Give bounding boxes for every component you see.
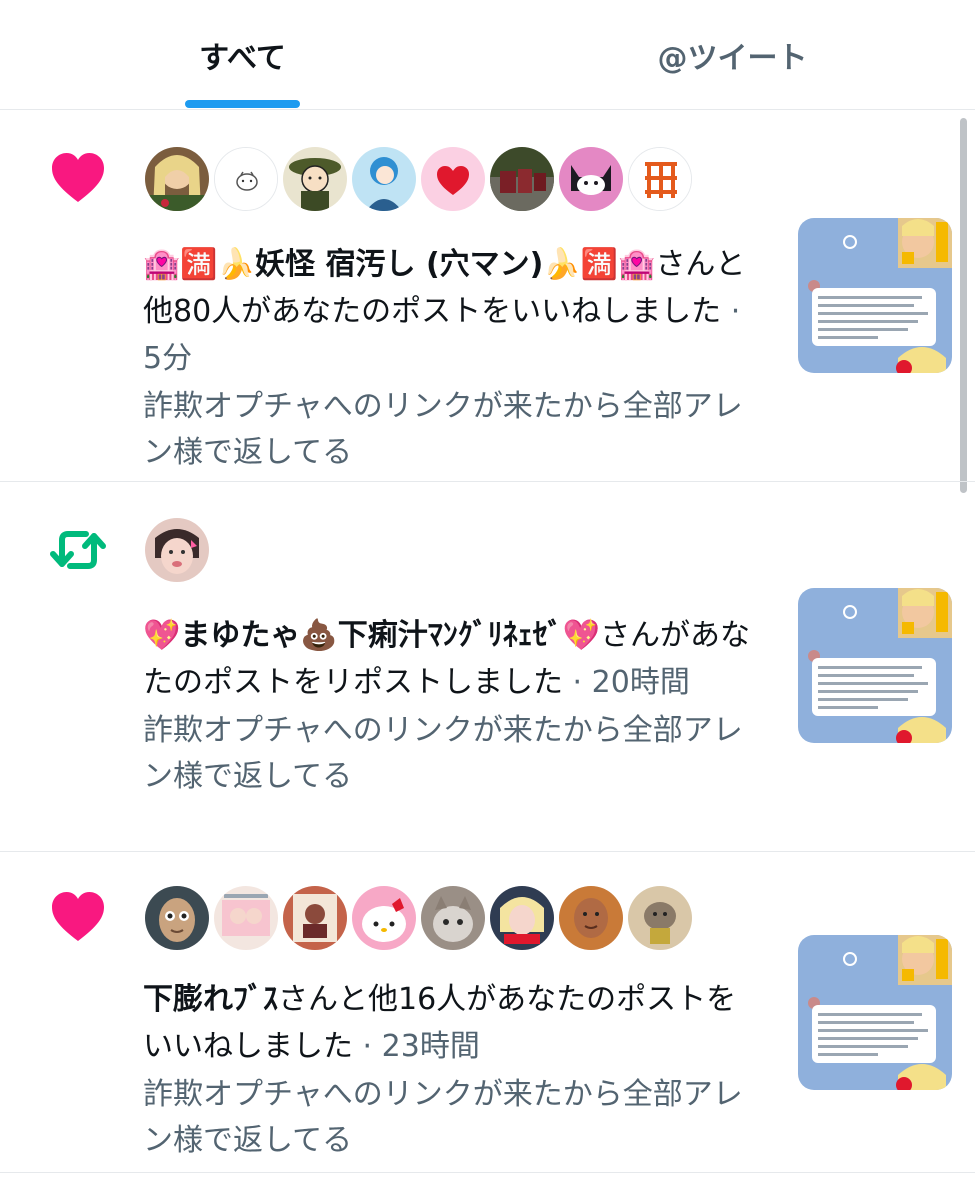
avatar[interactable] xyxy=(283,886,347,950)
user-name[interactable]: 💖まゆたゃ💩下痢汁ﾏﾝｸﾞﾘﾈｪｾﾞ💖 xyxy=(143,618,600,653)
notification-text: 🏩🈵🍌妖怪 宿汚し (穴マン)🍌🈵🏩さんと他80人があなたのポストをいいねしまし… xyxy=(143,241,761,476)
post-preview: 詐欺オプチャへのリンクが来たから全部アレン様で返してる xyxy=(143,1077,743,1158)
post-thumbnail[interactable] xyxy=(798,935,952,1090)
user-name[interactable]: 🏩🈵🍌妖怪 宿汚し (穴マン)🍌🈵🏩 xyxy=(143,247,655,282)
post-thumbnail[interactable] xyxy=(798,218,952,373)
avatar[interactable] xyxy=(628,886,692,950)
avatar[interactable] xyxy=(421,886,485,950)
avatar[interactable] xyxy=(421,147,485,211)
active-tab-indicator xyxy=(185,100,300,108)
avatar[interactable] xyxy=(628,147,692,211)
avatar[interactable] xyxy=(559,886,623,950)
tab-all[interactable]: すべて xyxy=(130,0,355,110)
reposter-avatars xyxy=(145,518,209,582)
avatar[interactable] xyxy=(490,147,554,211)
avatar[interactable] xyxy=(283,147,347,211)
notification-summary: 💖まゆたゃ💩下痢汁ﾏﾝｸﾞﾘﾈｪｾﾞ💖さんがあなたのポストをリポストしました ·… xyxy=(143,612,761,706)
notification-item[interactable]: 💖まゆたゃ💩下痢汁ﾏﾝｸﾞﾘﾈｪｾﾞ💖さんがあなたのポストをリポストしました ·… xyxy=(0,482,975,852)
user-name[interactable]: 下膨れﾌﾞｽ xyxy=(143,982,278,1017)
avatar[interactable] xyxy=(352,886,416,950)
timestamp: 20時間 xyxy=(591,665,690,700)
liker-avatars xyxy=(145,147,692,211)
post-preview: 詐欺オプチャへのリンクが来たから全部アレン様で返してる xyxy=(143,389,743,470)
avatar[interactable] xyxy=(352,147,416,211)
notification-summary: 下膨れﾌﾞｽさんと他16人があなたのポストをいいねしました · 23時間 xyxy=(143,976,761,1070)
notification-tabs: すべて @ツイート xyxy=(0,0,975,110)
timestamp: 5分 xyxy=(143,341,193,376)
avatar[interactable] xyxy=(214,886,278,950)
notification-summary: 🏩🈵🍌妖怪 宿汚し (穴マン)🍌🈵🏩さんと他80人があなたのポストをいいねしまし… xyxy=(143,241,761,382)
time-separator: · xyxy=(572,665,583,700)
avatar[interactable] xyxy=(559,147,623,211)
post-preview: 詐欺オプチャへのリンクが来たから全部アレン様で返してる xyxy=(143,713,743,794)
tab-mentions[interactable]: @ツイート xyxy=(600,0,865,110)
notification-text: 下膨れﾌﾞｽさんと他16人があなたのポストをいいねしました · 23時間 詐欺オ… xyxy=(143,976,761,1164)
heart-icon xyxy=(52,153,104,202)
liker-avatars xyxy=(145,886,692,950)
time-separator: · xyxy=(362,1029,373,1064)
post-thumbnail[interactable] xyxy=(798,588,952,743)
avatar[interactable] xyxy=(145,886,209,950)
notification-text: 💖まゆたゃ💩下痢汁ﾏﾝｸﾞﾘﾈｪｾﾞ💖さんがあなたのポストをリポストしました ·… xyxy=(143,612,761,800)
avatar[interactable] xyxy=(145,518,209,582)
timestamp: 23時間 xyxy=(381,1029,480,1064)
avatar[interactable] xyxy=(490,886,554,950)
avatar[interactable] xyxy=(145,147,209,211)
avatar[interactable] xyxy=(214,147,278,211)
retweet-icon xyxy=(50,531,106,569)
notification-item[interactable]: 🏩🈵🍌妖怪 宿汚し (穴マン)🍌🈵🏩さんと他80人があなたのポストをいいねしまし… xyxy=(0,111,975,482)
heart-icon xyxy=(52,892,104,941)
time-separator: · xyxy=(730,294,741,329)
notification-item[interactable]: 下膨れﾌﾞｽさんと他16人があなたのポストをいいねしました · 23時間 詐欺オ… xyxy=(0,852,975,1173)
